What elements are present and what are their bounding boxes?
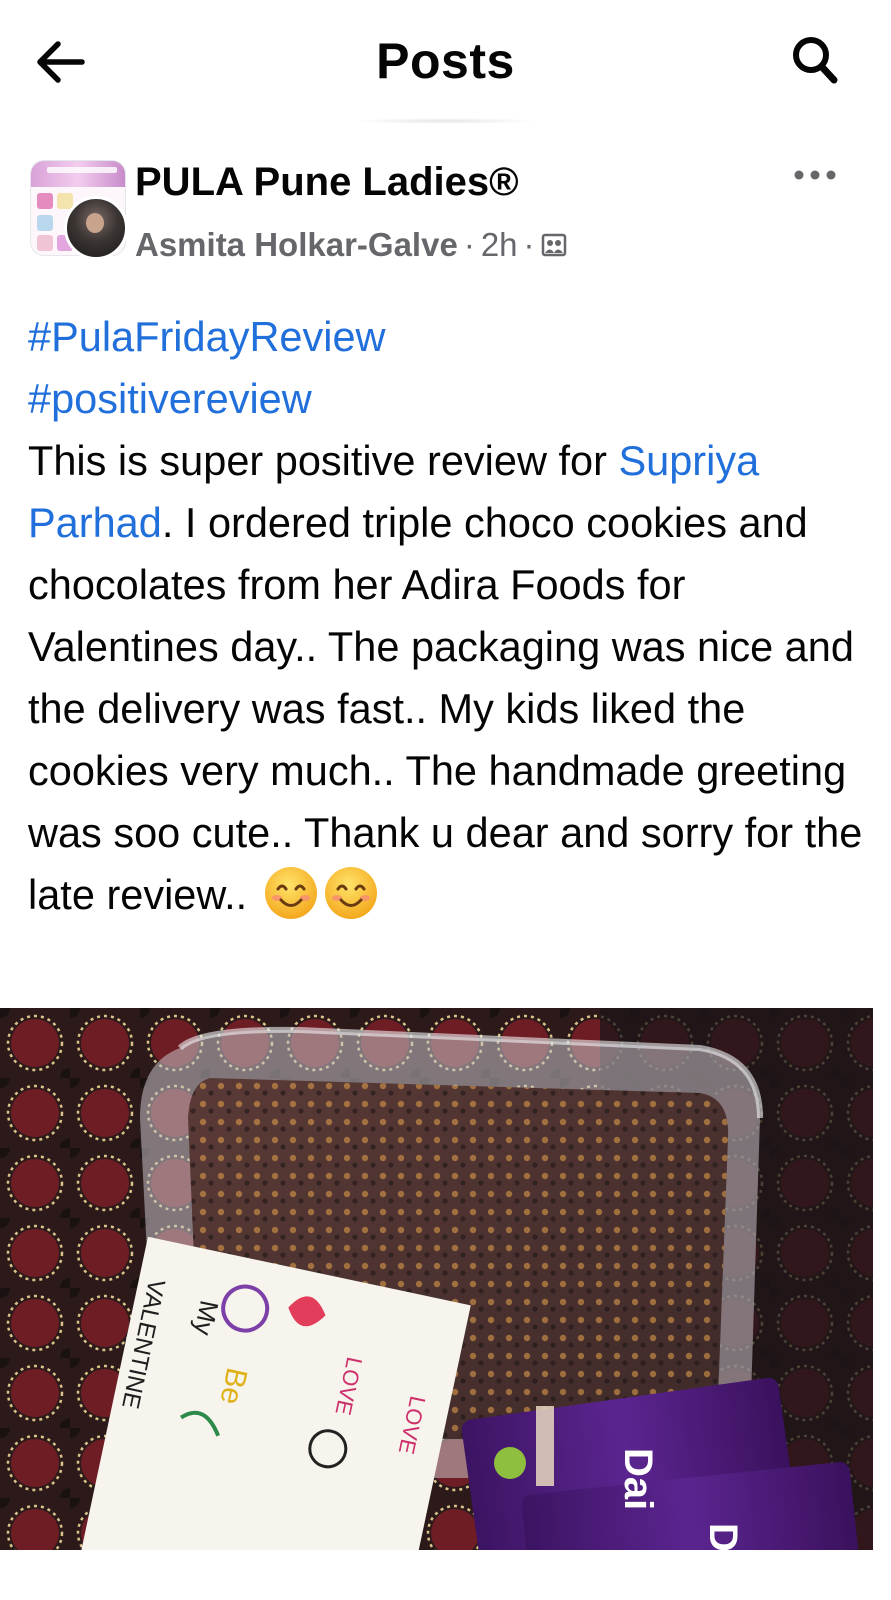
smiling-face-icon [264,867,317,919]
svg-text:Dai: Dai [616,1448,660,1510]
post-text-rest: . I ordered triple choco cookies and cho… [28,499,863,918]
page-title: Posts [376,33,515,89]
group-privacy-icon [541,233,566,257]
search-button[interactable] [785,30,845,90]
smiling-face-icon [324,867,377,919]
top-app-bar: Posts [0,0,891,124]
author-name[interactable]: Asmita Holkar-Galve [135,226,458,264]
post-time[interactable]: 2h [481,226,518,264]
more-horizontal-icon [794,170,836,180]
more-options-button[interactable] [790,160,840,190]
post-text-start: This is super positive review for [28,437,619,484]
post-text: This is super positive review for Supriy… [28,430,868,926]
post-photo[interactable]: VALENTINE My Be LOVE LOVE Dai D [0,1008,873,1550]
photo-illustration: VALENTINE My Be LOVE LOVE Dai D [0,1008,873,1550]
group-name[interactable]: PULA Pune Ladies® [135,160,519,205]
hashtag-link[interactable]: #PulaFridayReview [28,306,868,368]
svg-text:D: D [701,1523,745,1550]
meta-separator: · [523,226,535,263]
post-body: #PulaFridayReview #positivereview This i… [28,306,868,926]
hashtag-link[interactable]: #positivereview [28,368,868,430]
header-divider [350,118,540,124]
author-avatar[interactable] [64,196,128,260]
post-meta: Asmita Holkar-Galve · 2h · [135,226,567,264]
post-header: PULA Pune Ladies® Asmita Holkar-Galve · … [0,150,891,270]
search-icon [793,37,838,84]
meta-separator: · [463,226,475,263]
